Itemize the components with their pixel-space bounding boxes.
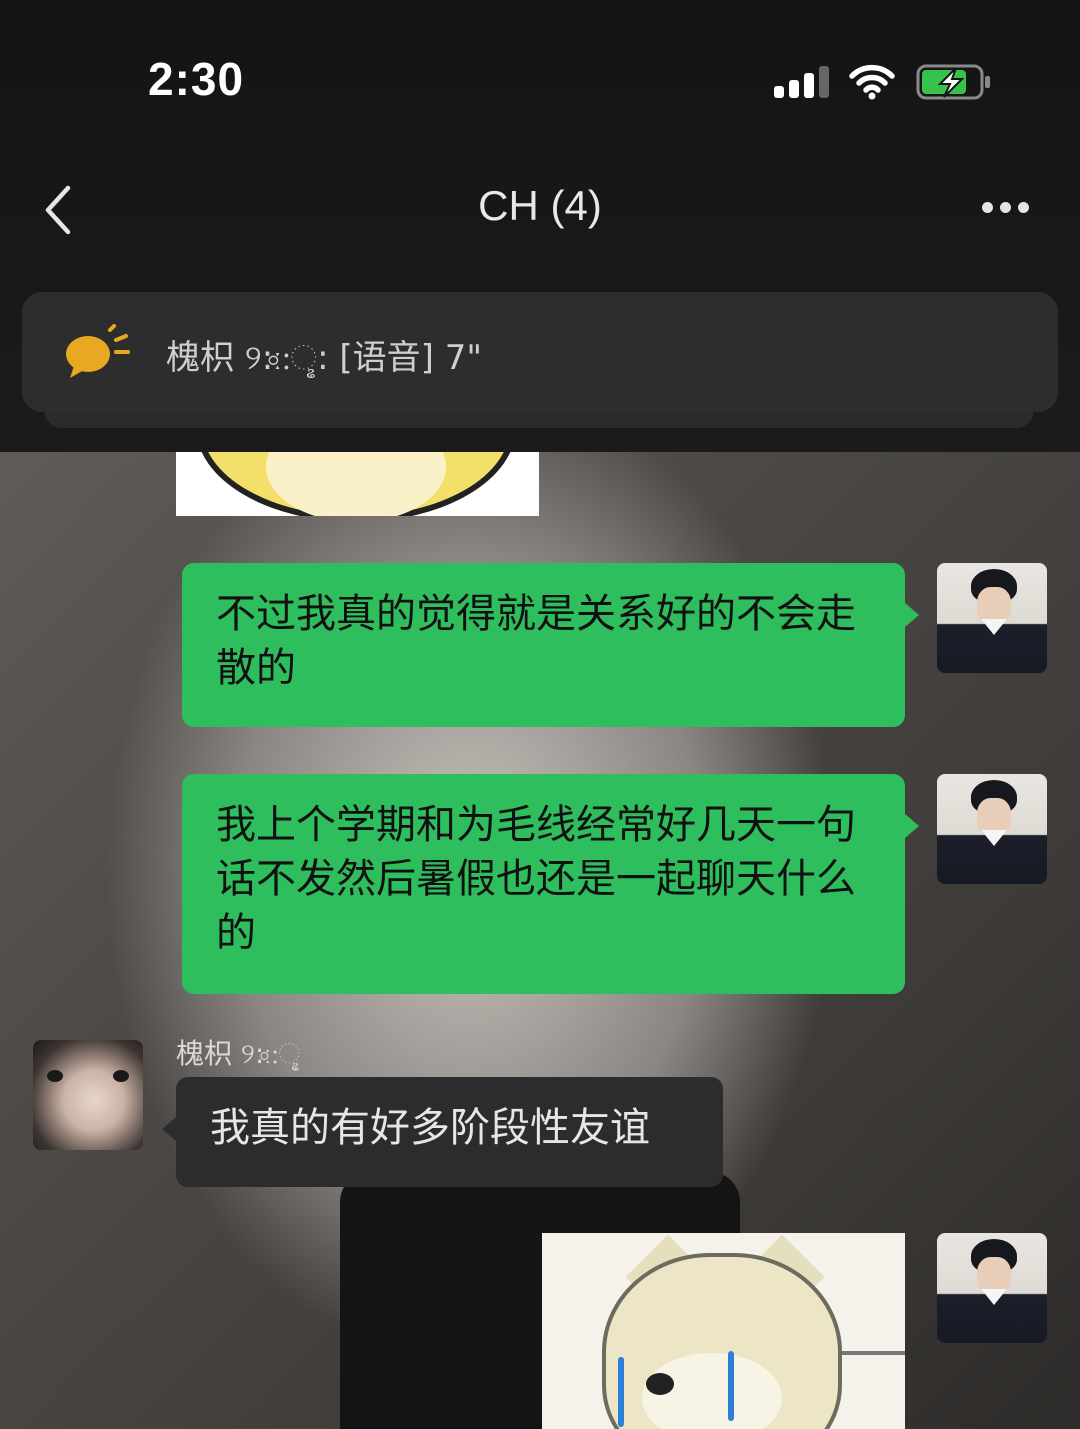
- my-avatar[interactable]: [937, 774, 1047, 884]
- sender-name: 槐枳 ୨:ː⃘:ୢ: [176, 1037, 301, 1070]
- cellular-signal-icon: [774, 66, 830, 98]
- chat-title: CH (4): [478, 182, 602, 229]
- message-bubble-sent[interactable]: 不过我真的觉得就是关系好的不会走散的: [182, 563, 919, 727]
- sticker-message[interactable]: [542, 1233, 905, 1429]
- more-options-icon[interactable]: [980, 198, 1032, 220]
- message-bubble-received[interactable]: 我真的有好多阶段性友谊: [162, 1077, 723, 1187]
- pinned-voice-text: 槐枳 ୨:ː⃘:ୢ: [语音] 7": [166, 338, 482, 378]
- sticker-message[interactable]: [176, 452, 539, 516]
- top-bar: 2:30 CH (4) 槐枳 ୨:ː⃘:ୢ: [语音] 7": [0, 0, 1080, 452]
- voice-bubble-icon: [66, 324, 130, 378]
- status-time: 2:30: [148, 53, 245, 105]
- my-avatar[interactable]: [937, 563, 1047, 673]
- battery-charging-icon: [916, 64, 990, 100]
- my-avatar[interactable]: [937, 1233, 1047, 1343]
- sender-avatar[interactable]: [33, 1040, 143, 1150]
- message-bubble-sent[interactable]: 我上个学期和为毛线经常好几天一句话不发然后暑假也还是一起聊天什么的: [182, 774, 919, 994]
- wifi-icon: [849, 64, 895, 100]
